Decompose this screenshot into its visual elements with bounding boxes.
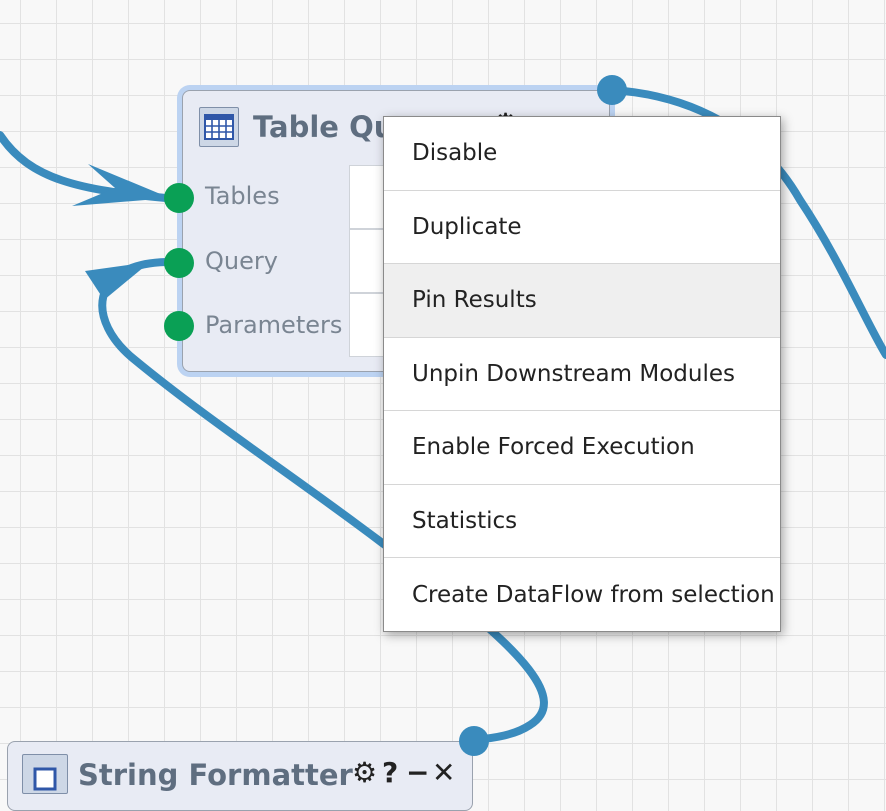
table-icon: [199, 107, 239, 147]
menu-item-create-dataflow[interactable]: Create DataFlow from selection: [384, 558, 780, 632]
menu-item-enable-forced-execution[interactable]: Enable Forced Execution: [384, 411, 780, 485]
help-icon[interactable]: ?: [382, 756, 398, 789]
close-icon[interactable]: ✕: [432, 756, 455, 789]
string-formatter-title: String Formatter: [78, 758, 353, 792]
menu-item-unpin-downstream[interactable]: Unpin Downstream Modules: [384, 338, 780, 411]
table-query-output-port[interactable]: [597, 75, 627, 105]
query-input-port[interactable]: [164, 248, 194, 278]
menu-item-pin-results[interactable]: Pin Results: [384, 264, 780, 338]
string-formatter-output-port[interactable]: [459, 726, 489, 756]
settings-gear-icon[interactable]: ⚙: [352, 756, 377, 789]
minimize-icon[interactable]: −: [406, 756, 429, 789]
wire-arrow-query: [85, 262, 150, 300]
string-formatter-node[interactable]: String Formatter ⚙ ? − ✕: [7, 741, 473, 811]
parameters-input-port[interactable]: [164, 311, 194, 341]
port-label-tables: Tables: [205, 182, 280, 210]
menu-item-statistics[interactable]: Statistics: [384, 485, 780, 558]
menu-item-duplicate[interactable]: Duplicate: [384, 191, 780, 264]
menu-item-disable[interactable]: Disable: [384, 117, 780, 191]
tables-input-port[interactable]: [164, 183, 194, 213]
port-label-query: Query: [205, 247, 278, 275]
context-menu: Disable Duplicate Pin Results Unpin Down…: [383, 116, 781, 632]
port-label-parameters: Parameters: [205, 311, 343, 339]
module-icon: [22, 754, 68, 794]
